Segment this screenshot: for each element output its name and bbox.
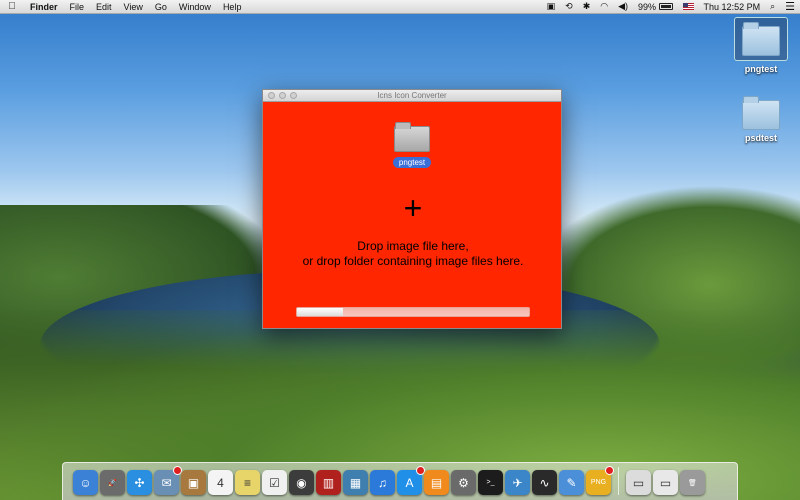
input-source-icon[interactable]: [678, 3, 699, 10]
dock-reminders-icon[interactable]: ☑: [262, 470, 287, 495]
spotlight-icon[interactable]: ⌕: [765, 1, 780, 12]
desktop-icon-label: pngtest: [744, 64, 778, 74]
time-machine-icon[interactable]: ⟲: [560, 1, 578, 12]
window-titlebar[interactable]: Icns Icon Converter: [263, 90, 561, 102]
apple-menu-icon[interactable]: : [0, 1, 24, 12]
dock-photo-booth-icon[interactable]: ▥: [316, 470, 341, 495]
menu-bar:  Finder File Edit View Go Window Help ▣…: [0, 0, 800, 14]
dock-ibooks-icon[interactable]: ▤: [424, 470, 449, 495]
dock-contacts-glyph: ▣: [187, 475, 200, 490]
menu-help[interactable]: Help: [217, 2, 248, 12]
dock-itunes-glyph: ♫: [378, 475, 387, 490]
dock-preview-icon[interactable]: ▭: [626, 470, 651, 495]
menu-edit[interactable]: Edit: [90, 2, 118, 12]
dock-app-store-glyph: A: [405, 475, 414, 490]
drop-zone[interactable]: pngtest + Drop image file here, or drop …: [263, 102, 561, 330]
dock-photo-booth-glyph: ▥: [322, 475, 335, 490]
desktop-icon-psdtest[interactable]: psdtest: [734, 96, 788, 143]
dock-calendar-icon[interactable]: 4: [208, 470, 233, 495]
menu-go[interactable]: Go: [149, 2, 173, 12]
dock-notes-glyph: ≡: [243, 475, 251, 490]
dock-terminal-icon[interactable]: >_: [478, 470, 503, 495]
dock-launchpad-icon[interactable]: 🚀: [100, 470, 125, 495]
dock-safari-glyph: ✣: [134, 475, 145, 490]
dock-reminders-glyph: ☑: [269, 475, 280, 490]
folder-icon: [734, 96, 788, 130]
notification-center-icon[interactable]: ☰: [780, 0, 800, 13]
close-button[interactable]: [268, 92, 275, 99]
progress-bar: [296, 307, 530, 317]
dock-calendar-glyph: 4: [217, 475, 224, 490]
zoom-button[interactable]: [290, 92, 297, 99]
dock-documents-stack-icon[interactable]: ▭: [653, 470, 678, 495]
bluetooth-icon[interactable]: ✱: [578, 1, 596, 12]
menu-view[interactable]: View: [118, 2, 149, 12]
dock-xcode-icon[interactable]: ✈: [505, 470, 530, 495]
dock: ☺ 🚀 ✣ ✉ ▣ 4 ≡ ☑ ◉ ▥ ▦ ♫ A ▤ ⚙ >_ ✈ ∿ ✎ PNG ▭ ▭ 🗑: [62, 462, 738, 500]
plus-icon: +: [403, 190, 423, 226]
dock-iphoto-icon[interactable]: ▦: [343, 470, 368, 495]
menu-app-name[interactable]: Finder: [24, 2, 64, 12]
dock-xcode-tools-glyph: ✎: [566, 475, 577, 490]
folder-icon: [734, 17, 788, 61]
dock-preview-glyph: ▭: [632, 475, 645, 490]
us-flag-icon: [682, 3, 694, 10]
dock-finder-glyph: ☺: [79, 475, 92, 490]
status-menu-icon[interactable]: ▣: [542, 1, 561, 12]
dock-mail-icon[interactable]: ✉: [154, 466, 182, 495]
dock-xcode-glyph: ✈: [512, 475, 523, 490]
dock-itunes-icon[interactable]: ♫: [370, 470, 395, 495]
battery-icon: [658, 3, 673, 10]
dock-facetime-icon[interactable]: ◉: [289, 470, 314, 495]
wifi-icon[interactable]: ◠: [595, 1, 613, 12]
volume-icon[interactable]: ◀): [613, 1, 633, 12]
dock-contacts-icon[interactable]: ▣: [181, 470, 206, 495]
dock-trash-icon[interactable]: 🗑: [680, 470, 705, 495]
minimize-button[interactable]: [279, 92, 286, 99]
dock-documents-stack-glyph: ▭: [659, 475, 672, 490]
dock-launchpad-glyph: 🚀: [108, 479, 117, 487]
dock-terminal-glyph: >_: [486, 479, 495, 486]
dock-icns-converter-glyph: PNG: [590, 479, 607, 486]
battery-percent: 99%: [638, 1, 657, 12]
dropped-folder-label: pngtest: [392, 157, 432, 168]
dropped-folder: pngtest: [390, 122, 434, 170]
dock-facetime-glyph: ◉: [296, 475, 307, 490]
dock-iphoto-glyph: ▦: [349, 475, 362, 490]
dock-activity-monitor-glyph: ∿: [539, 475, 550, 490]
dock-app-store-icon[interactable]: A: [397, 466, 425, 495]
dock-icns-converter-icon[interactable]: PNG: [586, 466, 614, 495]
dock-notes-icon[interactable]: ≡: [235, 470, 260, 495]
progress-bar-fill: [297, 308, 344, 316]
menu-file[interactable]: File: [64, 2, 91, 12]
dock-activity-monitor-icon[interactable]: ∿: [532, 470, 557, 495]
drop-instructions-line-2: or drop folder containing image files he…: [302, 254, 524, 268]
dock-trash-glyph: 🗑: [688, 479, 697, 487]
dock-finder-icon[interactable]: ☺: [73, 470, 98, 495]
desktop-icon-pngtest[interactable]: pngtest: [734, 17, 788, 74]
menu-window[interactable]: Window: [173, 2, 217, 12]
dock-ibooks-glyph: ▤: [430, 475, 443, 490]
dock-xcode-tools-icon[interactable]: ✎: [559, 470, 584, 495]
dock-badge: [605, 466, 614, 475]
dock-safari-icon[interactable]: ✣: [127, 470, 152, 495]
dock-separator: [618, 467, 619, 495]
window-controls: [268, 92, 297, 99]
folder-icon: [394, 122, 430, 152]
battery-status[interactable]: 99%: [633, 2, 678, 12]
icns-converter-window: Icns Icon Converter pngtest + Drop image…: [262, 89, 562, 329]
menu-clock[interactable]: Thu 12:52 PM: [699, 2, 766, 12]
dock-system-preferences-icon[interactable]: ⚙: [451, 470, 476, 495]
window-title: Icns Icon Converter: [377, 91, 447, 100]
dock-system-preferences-glyph: ⚙: [458, 475, 469, 490]
drop-instructions-line-1: Drop image file here,: [357, 239, 469, 253]
drop-instructions: Drop image file here, or drop folder con…: [263, 239, 563, 269]
dock-mail-glyph: ✉: [161, 475, 172, 490]
desktop-icon-label: psdtest: [744, 133, 777, 143]
